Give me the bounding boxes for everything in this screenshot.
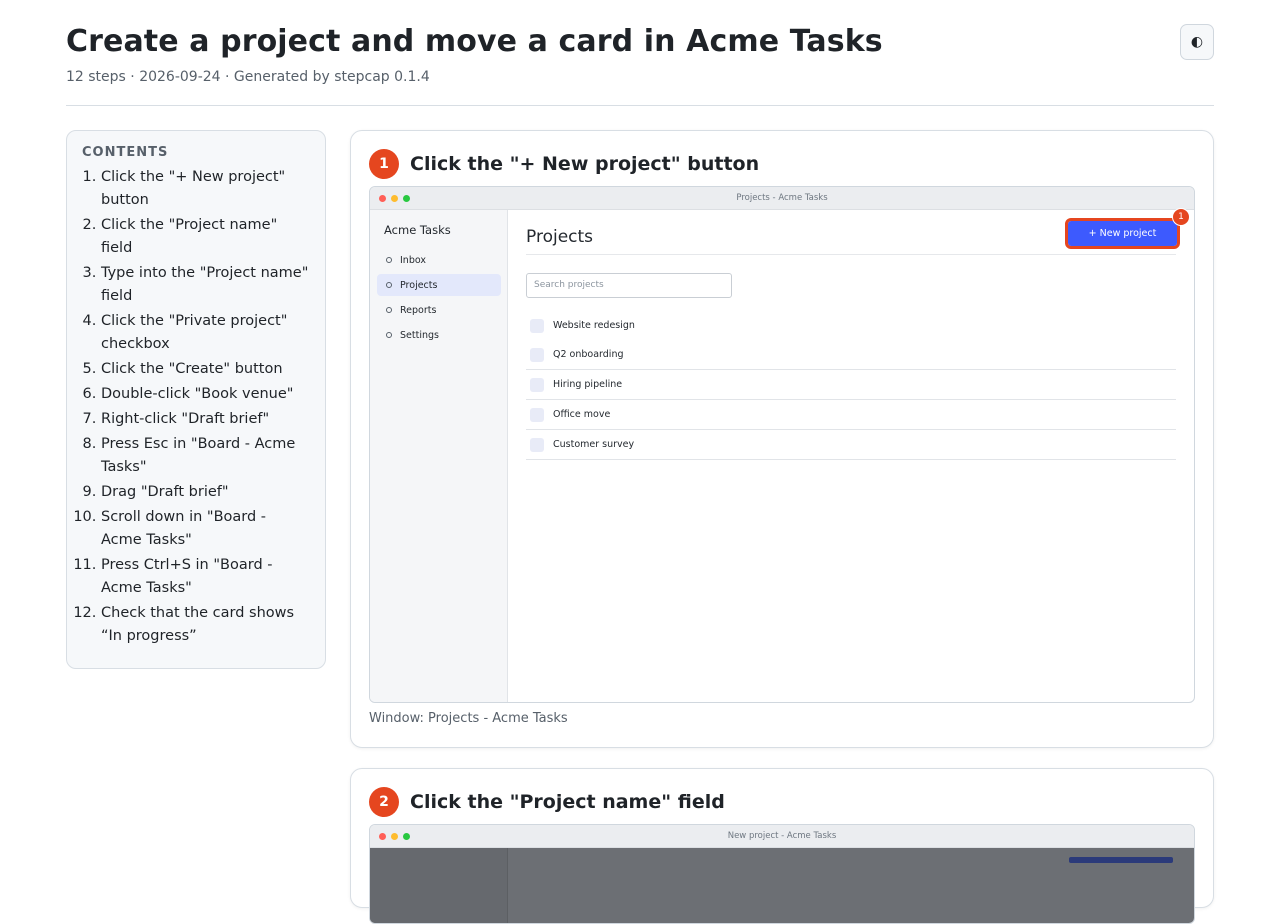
contrast-icon: ◐ [1190, 34, 1204, 50]
contents-item: Press Ctrl+S in "Board - Acme Tasks" [101, 554, 311, 600]
contents-item: Click the "Project name" field [101, 214, 311, 260]
step-card-1: 1 Click the "+ New project" button Proje… [350, 130, 1214, 748]
app-sidebar: Acme Tasks Inbox Projects Reports Settin… [370, 210, 508, 702]
contents-link-7[interactable]: Right-click "Draft brief" [101, 411, 269, 427]
contents-link-12[interactable]: Check that the card shows “In progress” [101, 605, 294, 644]
project-name: Hiring pipeline [553, 379, 623, 390]
nav-label: Projects [400, 279, 438, 291]
header-divider [66, 105, 1214, 106]
step-heading: 2 Click the "Project name" field [369, 787, 725, 817]
contents-link-2[interactable]: Click the "Project name" field [101, 217, 277, 256]
app-page-title: Projects [526, 227, 594, 247]
theme-toggle-button[interactable]: ◐ [1180, 24, 1214, 60]
contents-item: Type into the "Project name" field [101, 262, 311, 308]
window-titlebar: New project - Acme Tasks [370, 825, 1194, 848]
project-name: Office move [553, 409, 611, 420]
circle-icon [386, 282, 392, 288]
step-heading: 1 Click the "+ New project" button [369, 149, 759, 179]
nav-label: Inbox [400, 254, 426, 266]
contents-link-1[interactable]: Click the "+ New project" button [101, 169, 285, 208]
contents-link-10[interactable]: Scroll down in "Board - Acme Tasks" [101, 509, 266, 548]
contents-link-11[interactable]: Press Ctrl+S in "Board - Acme Tasks" [101, 557, 273, 596]
circle-icon [386, 332, 392, 338]
checkbox-icon [530, 377, 544, 392]
project-name: Customer survey [553, 439, 635, 450]
step-number-badge: 2 [369, 787, 399, 817]
checkbox-icon [530, 407, 544, 422]
nav-item-reports: Reports [377, 299, 501, 321]
checkbox-icon [530, 437, 544, 452]
contents-link-5[interactable]: Click the "Create" button [101, 361, 283, 377]
contents-link-6[interactable]: Double-click "Book venue" [101, 386, 293, 402]
contents-link-4[interactable]: Click the "Private project" checkbox [101, 313, 287, 352]
nav-item-inbox: Inbox [377, 249, 501, 271]
contents-link-8[interactable]: Press Esc in "Board - Acme Tasks" [101, 436, 295, 475]
list-item: Hiring pipeline [526, 370, 1176, 400]
nav-item-projects: Projects [377, 274, 501, 296]
contents-title: CONTENTS [82, 145, 169, 160]
app-brand: Acme Tasks [384, 223, 451, 237]
new-project-button [1069, 857, 1173, 863]
app-window: Acme Tasks Inbox Projects Reports Settin… [370, 208, 1194, 702]
list-item: Q2 onboarding [526, 340, 1176, 370]
project-name: Website redesign [553, 320, 635, 331]
contents-item: Double-click "Book venue" [101, 383, 311, 406]
checkbox-icon [530, 347, 544, 362]
page-title: Create a project and move a card in Acme… [66, 24, 883, 59]
new-project-button: + New project [1065, 218, 1180, 249]
contents-item: Click the "Create" button [101, 358, 311, 381]
contents-item: Press Esc in "Board - Acme Tasks" [101, 433, 311, 479]
nav-item-settings: Settings [377, 324, 501, 346]
circle-icon [386, 257, 392, 263]
checkbox-icon [530, 318, 544, 333]
list-item: Office move [526, 400, 1176, 430]
app-window-dimmed [370, 848, 1194, 923]
contents-item: Click the "Private project" checkbox [101, 310, 311, 356]
step-screenshot: New project - Acme Tasks [369, 824, 1195, 924]
search-projects-input: Search projects [526, 273, 732, 298]
contents-list: Click the "+ New project" button Click t… [81, 166, 311, 648]
app-divider [526, 254, 1176, 255]
nav-label: Reports [400, 304, 437, 316]
step-number-badge: 1 [369, 149, 399, 179]
contents-item: Check that the card shows “In progress” [101, 602, 311, 648]
step-card-2: 2 Click the "Project name" field New pro… [350, 768, 1214, 924]
circle-icon [386, 307, 392, 313]
window-titlebar: Projects - Acme Tasks [370, 187, 1194, 210]
app-sidebar [370, 848, 508, 923]
step-title: Click the "+ New project" button [410, 153, 760, 175]
project-list: Website redesign Q2 onboarding Hiring pi… [526, 311, 1176, 460]
app-main: Projects + New project 1 Search projects… [509, 208, 1194, 702]
page-meta: 12 steps · 2026-09-24 · Generated by ste… [66, 69, 430, 85]
app-nav: Inbox Projects Reports Settings [377, 249, 501, 349]
step-screenshot: Projects - Acme Tasks Acme Tasks Inbox P… [369, 186, 1195, 703]
window-title: Projects - Acme Tasks [736, 193, 828, 203]
contents-item: Click the "+ New project" button [101, 166, 311, 212]
list-item: Customer survey [526, 430, 1176, 460]
step-title: Click the "Project name" field [410, 791, 725, 813]
page-header: Create a project and move a card in Acme… [66, 22, 1214, 86]
contents-item: Right-click "Draft brief" [101, 408, 311, 431]
highlight-badge: 1 [1172, 208, 1190, 226]
guide-page: Create a project and move a card in Acme… [0, 0, 1280, 924]
contents-panel: CONTENTS Click the "+ New project" butto… [66, 130, 326, 669]
step-caption: Window: Projects - Acme Tasks [369, 711, 568, 726]
window-title: New project - Acme Tasks [727, 831, 837, 841]
project-name: Q2 onboarding [553, 349, 624, 360]
contents-link-3[interactable]: Type into the "Project name" field [101, 265, 308, 304]
contents-item: Scroll down in "Board - Acme Tasks" [101, 506, 311, 552]
contents-link-9[interactable]: Drag "Draft brief" [101, 484, 229, 500]
list-item: Website redesign [526, 311, 1176, 340]
nav-label: Settings [400, 329, 439, 341]
contents-item: Drag "Draft brief" [101, 481, 311, 504]
